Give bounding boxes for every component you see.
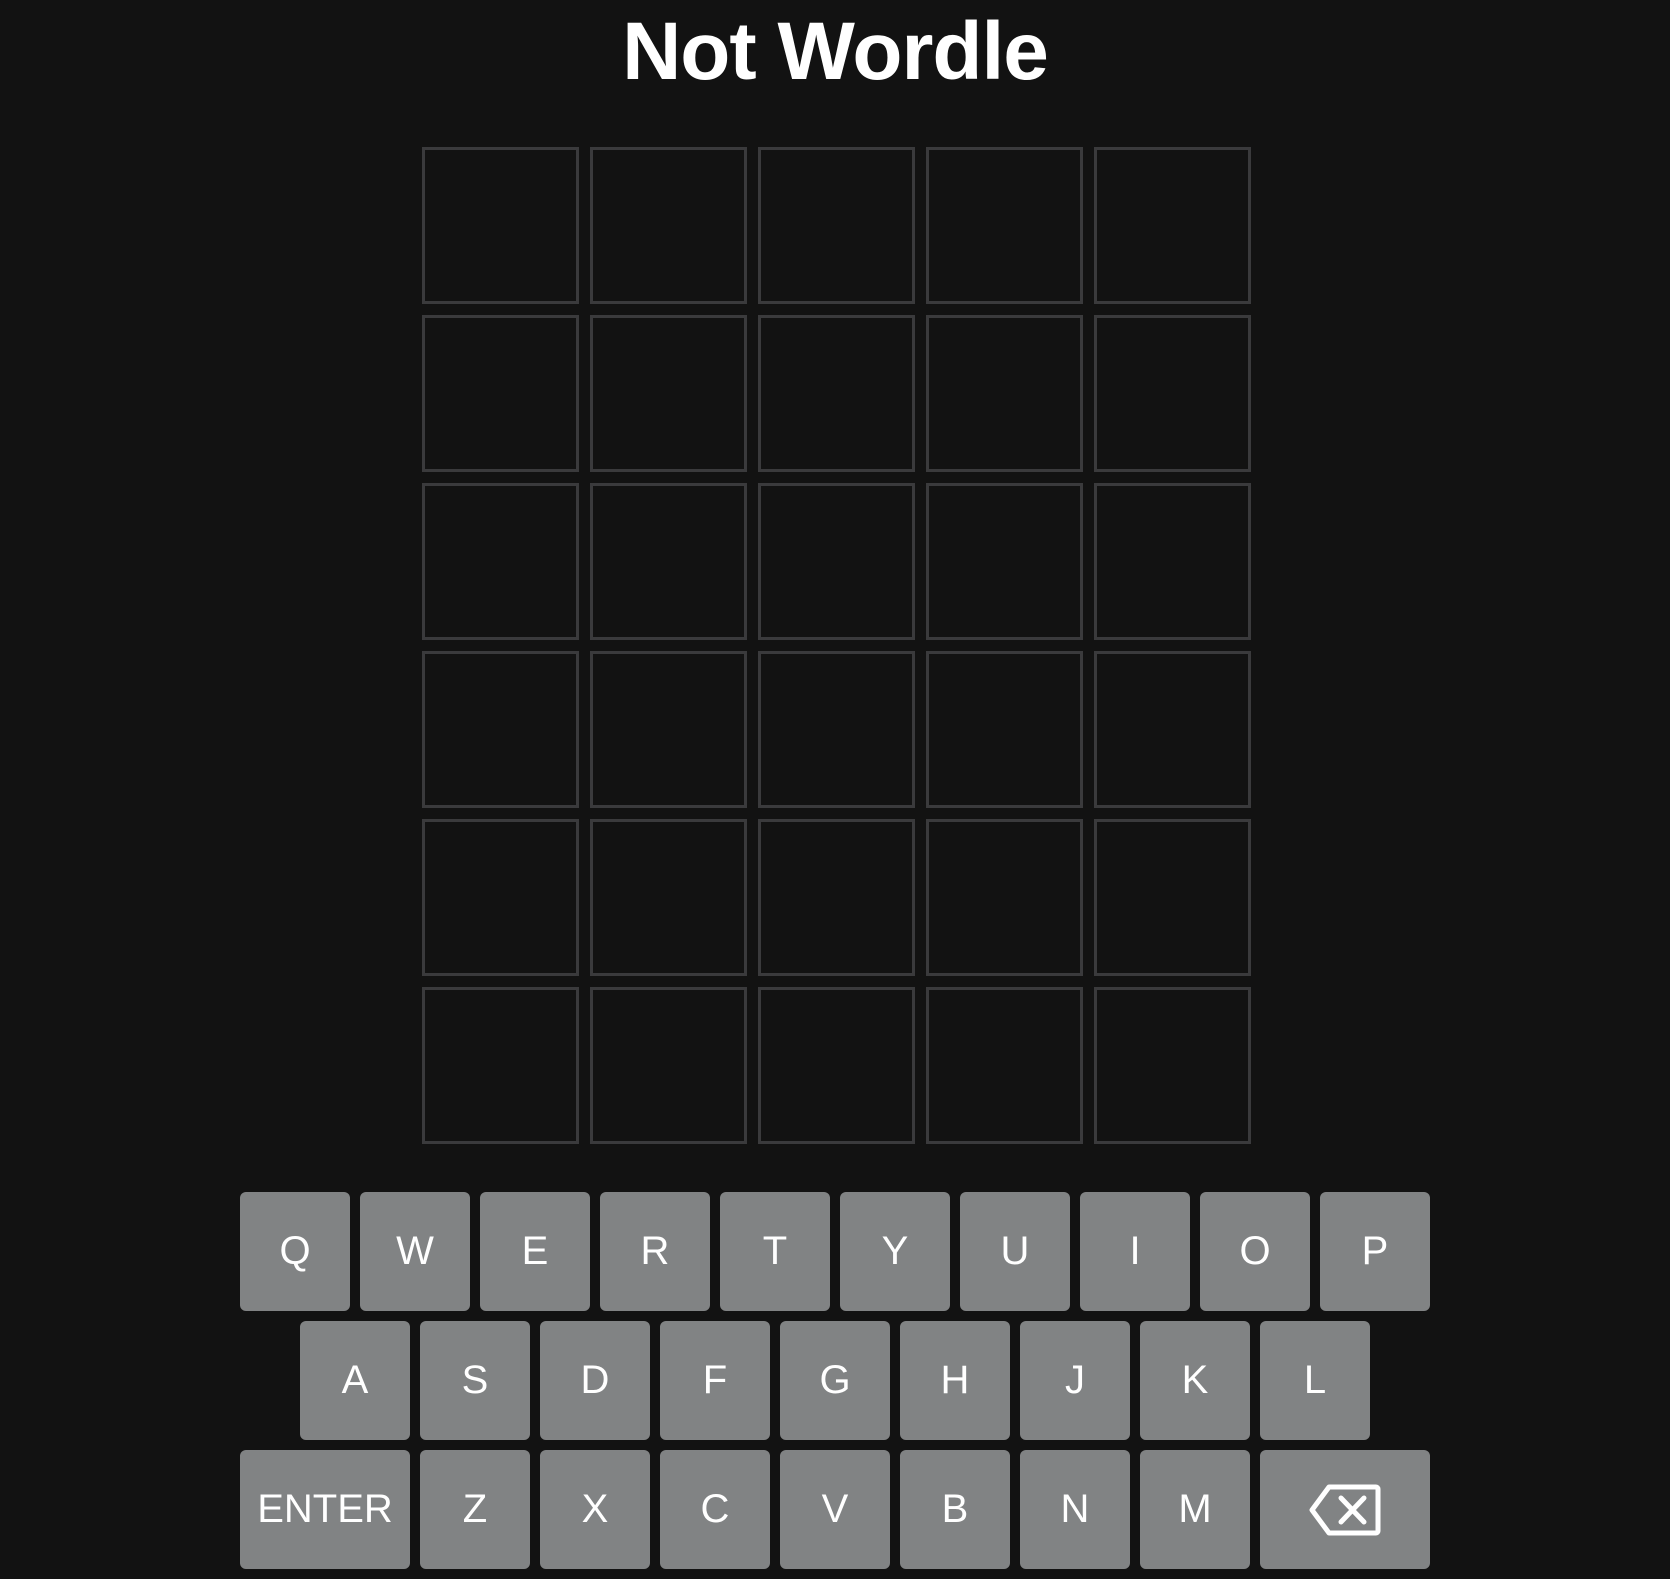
key-w[interactable]: W bbox=[360, 1192, 470, 1311]
key-z[interactable]: Z bbox=[420, 1450, 530, 1569]
board-tile bbox=[590, 651, 747, 808]
key-o[interactable]: O bbox=[1200, 1192, 1310, 1311]
board-tile bbox=[758, 315, 915, 472]
board-tile bbox=[926, 819, 1083, 976]
key-k[interactable]: K bbox=[1140, 1321, 1250, 1440]
backspace-key[interactable] bbox=[1260, 1450, 1430, 1569]
key-q[interactable]: Q bbox=[240, 1192, 350, 1311]
backspace-icon bbox=[1309, 1484, 1381, 1535]
key-r[interactable]: R bbox=[600, 1192, 710, 1311]
page-title: Not Wordle bbox=[622, 6, 1049, 97]
board-tile bbox=[758, 819, 915, 976]
board-row bbox=[422, 147, 1260, 304]
board-tile bbox=[926, 315, 1083, 472]
key-e[interactable]: E bbox=[480, 1192, 590, 1311]
board-row bbox=[422, 987, 1260, 1144]
game-board bbox=[422, 147, 1260, 1155]
board-tile bbox=[1094, 483, 1251, 640]
on-screen-keyboard: Q W E R T Y U I O P A S D F G H J K L EN… bbox=[0, 1192, 1670, 1579]
key-i[interactable]: I bbox=[1080, 1192, 1190, 1311]
board-tile bbox=[422, 147, 579, 304]
board-tile bbox=[926, 147, 1083, 304]
board-row bbox=[422, 819, 1260, 976]
board-tile bbox=[1094, 315, 1251, 472]
key-b[interactable]: B bbox=[900, 1450, 1010, 1569]
keyboard-row-1: Q W E R T Y U I O P bbox=[0, 1192, 1670, 1311]
key-u[interactable]: U bbox=[960, 1192, 1070, 1311]
board-tile bbox=[590, 483, 747, 640]
board-row bbox=[422, 651, 1260, 808]
board-tile bbox=[926, 483, 1083, 640]
board-tile bbox=[590, 819, 747, 976]
key-l[interactable]: L bbox=[1260, 1321, 1370, 1440]
enter-key[interactable]: ENTER bbox=[240, 1450, 410, 1569]
board-tile bbox=[1094, 651, 1251, 808]
board-tile bbox=[1094, 819, 1251, 976]
key-x[interactable]: X bbox=[540, 1450, 650, 1569]
board-tile bbox=[1094, 147, 1251, 304]
key-h[interactable]: H bbox=[900, 1321, 1010, 1440]
key-s[interactable]: S bbox=[420, 1321, 530, 1440]
board-tile bbox=[926, 987, 1083, 1144]
board-tile bbox=[590, 315, 747, 472]
key-a[interactable]: A bbox=[300, 1321, 410, 1440]
board-tile bbox=[422, 987, 579, 1144]
board-tile bbox=[422, 315, 579, 472]
board-tile bbox=[590, 147, 747, 304]
board-tile bbox=[758, 987, 915, 1144]
key-p[interactable]: P bbox=[1320, 1192, 1430, 1311]
keyboard-row-2: A S D F G H J K L bbox=[0, 1321, 1670, 1440]
board-tile bbox=[590, 987, 747, 1144]
key-t[interactable]: T bbox=[720, 1192, 830, 1311]
board-tile bbox=[758, 483, 915, 640]
key-f[interactable]: F bbox=[660, 1321, 770, 1440]
keyboard-row-3: ENTER Z X C V B N M bbox=[0, 1450, 1670, 1569]
board-row bbox=[422, 315, 1260, 472]
board-tile bbox=[422, 651, 579, 808]
key-g[interactable]: G bbox=[780, 1321, 890, 1440]
board-tile bbox=[758, 147, 915, 304]
key-n[interactable]: N bbox=[1020, 1450, 1130, 1569]
key-v[interactable]: V bbox=[780, 1450, 890, 1569]
board-tile bbox=[422, 819, 579, 976]
board-tile bbox=[1094, 987, 1251, 1144]
board-tile bbox=[422, 483, 579, 640]
board-tile bbox=[758, 651, 915, 808]
board-row bbox=[422, 483, 1260, 640]
key-y[interactable]: Y bbox=[840, 1192, 950, 1311]
key-d[interactable]: D bbox=[540, 1321, 650, 1440]
game-page: Not Wordle Q W E R T Y U I O P A S D F G… bbox=[0, 0, 1670, 1572]
key-j[interactable]: J bbox=[1020, 1321, 1130, 1440]
board-tile bbox=[926, 651, 1083, 808]
key-c[interactable]: C bbox=[660, 1450, 770, 1569]
key-m[interactable]: M bbox=[1140, 1450, 1250, 1569]
